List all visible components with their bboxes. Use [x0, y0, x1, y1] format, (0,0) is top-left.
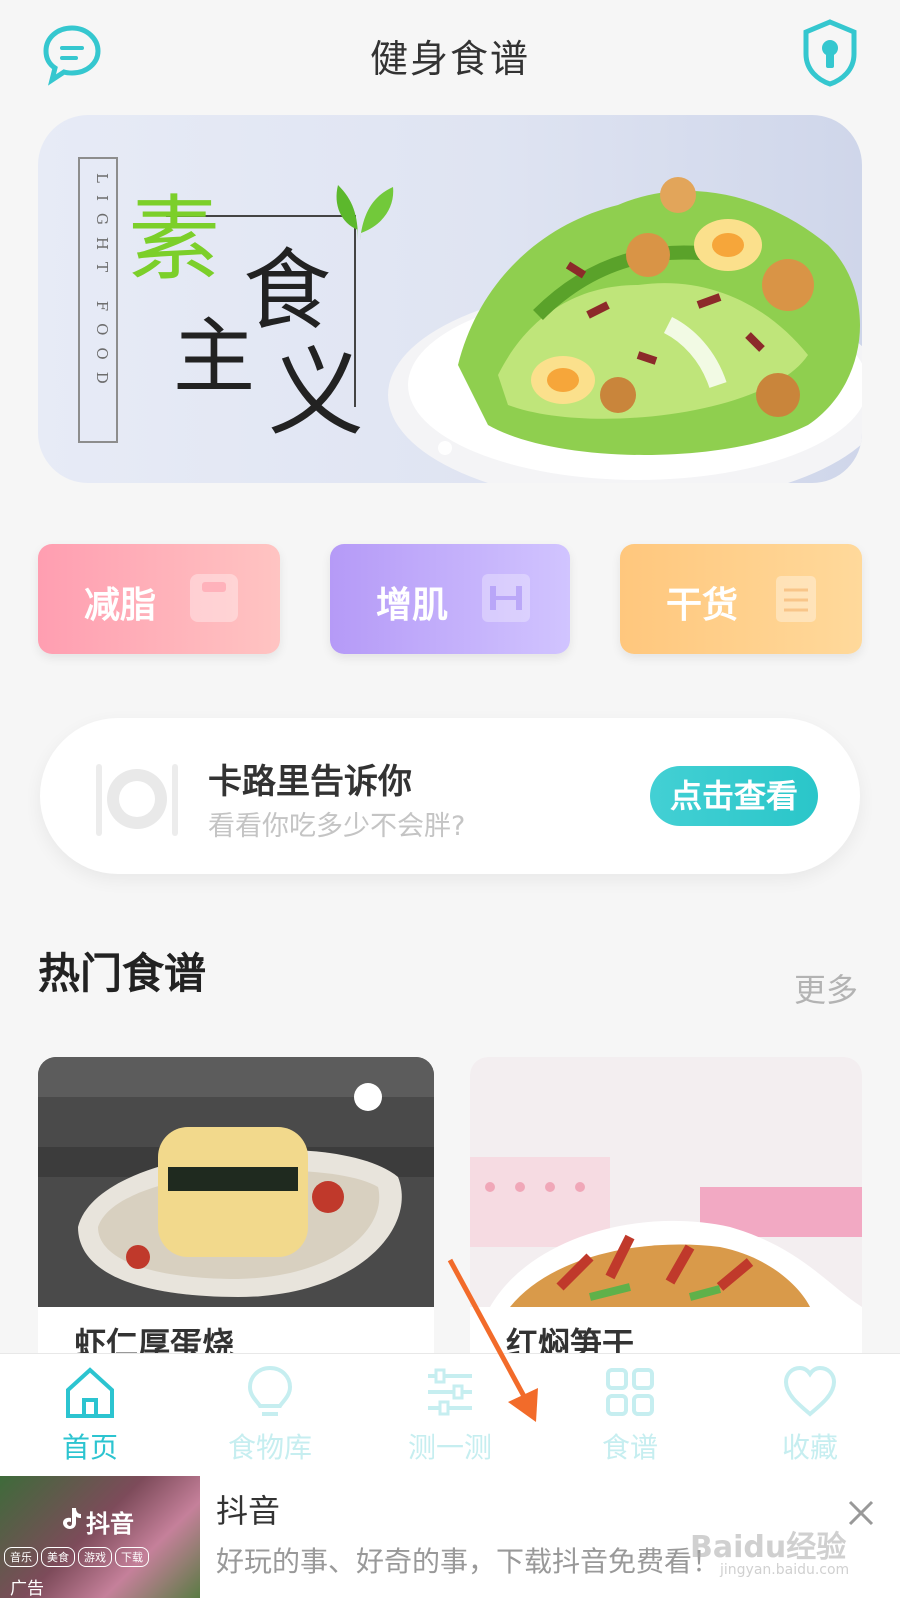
tab-label: 测一测	[407, 1431, 492, 1464]
category-fat-loss-button[interactable]: 减脂	[38, 544, 280, 654]
carousel-dots	[438, 440, 460, 459]
ad-title: 抖音	[216, 1492, 281, 1530]
watermark-sub: jingyan.baidu.com	[720, 1562, 850, 1578]
section-title: 热门食谱	[38, 949, 207, 998]
ad-pill: 下载	[115, 1547, 149, 1567]
ad-banner[interactable]: 抖音 音乐 美食 游戏 下载 广告 抖音 好玩的事、好奇的事，下载抖音免费看！ Bai…	[0, 1474, 900, 1600]
banner-carousel[interactable]: LIGHT FOOD 素 食 主 义	[38, 115, 862, 483]
category-muscle-gain-button[interactable]: 增肌	[330, 544, 570, 654]
tab-label: 收藏	[781, 1431, 838, 1464]
banner-art-char: 义	[268, 337, 364, 449]
tab-food-library[interactable]: 食物库	[180, 1362, 360, 1472]
tab-label: 首页	[61, 1431, 118, 1464]
tab-label: 食物库	[227, 1431, 312, 1464]
page-title: 健身食谱	[369, 37, 530, 81]
banner-side-text: LIGHT FOOD	[93, 173, 111, 396]
close-icon[interactable]	[846, 1498, 876, 1528]
tab-favorites[interactable]: 收藏	[720, 1362, 900, 1472]
calorie-card: 卡路里告诉你 看看你吃多少不会胖? 点击查看	[40, 718, 860, 874]
view-calorie-button[interactable]: 点击查看	[650, 766, 818, 826]
tab-home[interactable]: 首页	[0, 1362, 180, 1472]
calorie-card-subtitle: 看看你吃多少不会胖?	[208, 811, 466, 842]
ad-image-brand: 抖音	[86, 1510, 134, 1538]
annotation-arrow-icon	[447, 1258, 538, 1422]
category-label: 干货	[666, 585, 739, 626]
banner-art-char: 主	[173, 310, 256, 405]
recipe-image	[38, 1057, 434, 1307]
ad-tag: 广告	[10, 1579, 44, 1598]
lightbulb-icon	[247, 1365, 293, 1416]
shield-lock-icon[interactable]	[800, 18, 860, 88]
ad-image-pills: 音乐 美食 游戏 下载	[4, 1546, 152, 1567]
plate-utensils-icon	[96, 764, 178, 836]
ad-pill: 游戏	[78, 1547, 112, 1567]
header: 健身食谱	[0, 0, 900, 110]
ad-image: 抖音 音乐 美食 游戏 下载 广告	[0, 1476, 200, 1598]
carousel-dot[interactable]	[438, 441, 452, 455]
grid-icon	[606, 1368, 654, 1416]
recipe-card[interactable]: 虾仁厚蛋烧	[38, 1057, 434, 1357]
banner-side-label-box: LIGHT FOOD	[78, 157, 118, 443]
category-label: 增肌	[376, 585, 449, 626]
ad-pill: 美食	[41, 1547, 75, 1567]
watermark: Baidu经验	[690, 1530, 847, 1565]
tab-label: 食谱	[601, 1431, 658, 1464]
category-dry-goods-button[interactable]: 干货	[620, 544, 862, 654]
banner-art-char: 素	[128, 186, 221, 293]
heart-icon	[783, 1365, 837, 1417]
scale-icon	[190, 574, 238, 622]
calorie-card-title: 卡路里告诉你	[208, 762, 412, 802]
ad-description: 好玩的事、好奇的事，下载抖音免费看！	[216, 1545, 721, 1578]
category-label: 减脂	[84, 585, 157, 626]
recipe-name: 虾仁厚蛋烧	[74, 1325, 235, 1357]
more-link[interactable]: 更多	[794, 965, 858, 1011]
dumbbell-icon	[482, 574, 530, 622]
tiktok-icon	[63, 1508, 81, 1529]
clipboard-icon	[776, 576, 816, 622]
home-icon	[66, 1367, 114, 1418]
salad-image	[388, 177, 862, 483]
ad-pill: 音乐	[4, 1547, 38, 1567]
